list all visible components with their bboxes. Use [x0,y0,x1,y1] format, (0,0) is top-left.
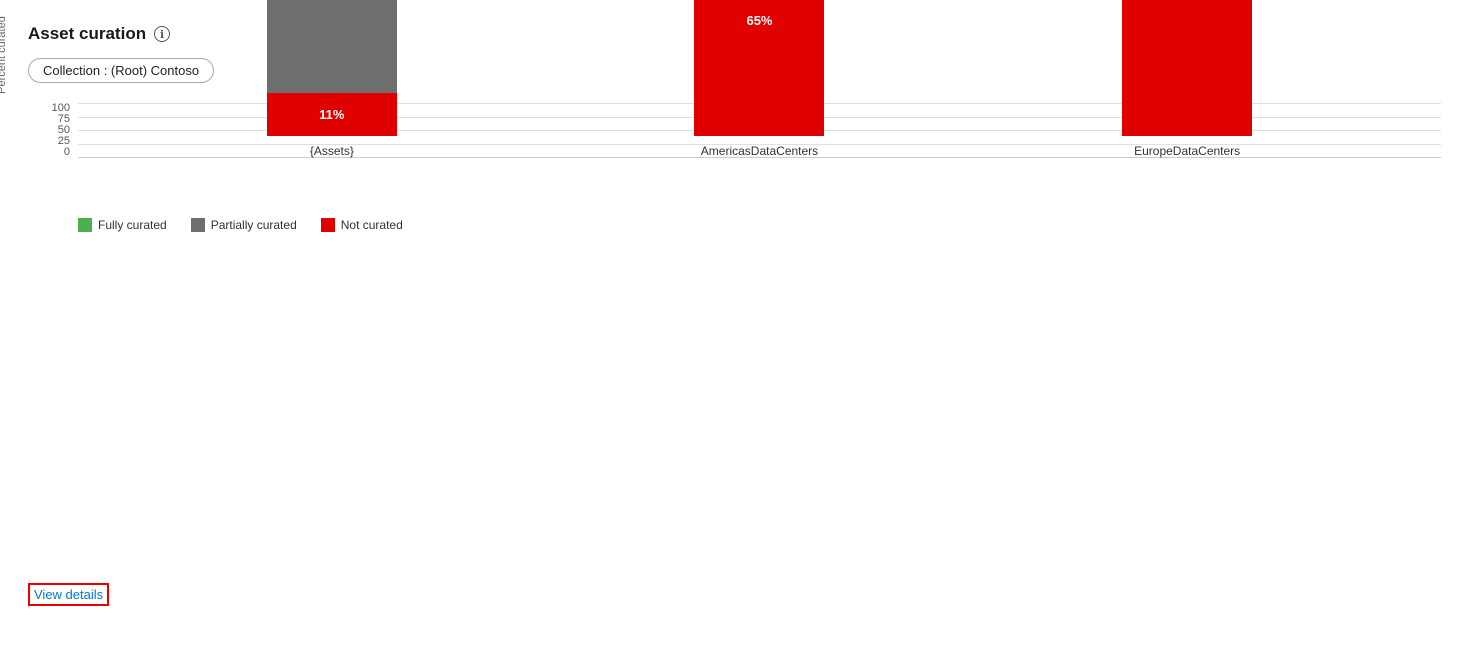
footer: View details [28,583,1441,606]
bar-stack-europe: 11% 89% [1122,0,1252,136]
legend-item-partial: Partially curated [191,218,297,232]
page-title: Asset curation [28,24,146,44]
view-details-link[interactable]: View details [28,583,109,606]
bar-segment-assets-not: 11% [267,93,397,136]
chart-body: 89% 11% {Assets} ≈ 0% [78,103,1441,194]
legend-swatch-not [321,218,335,232]
bar-group-europe: 11% 89% EuropeDataCenters [1122,0,1252,158]
bar-segment-americas-not: 65% [694,0,824,136]
y-tick-0: 0 [28,147,70,158]
bar-stack-americas: ≈ 0% 35% 65% [694,0,824,136]
chart-wrapper: Percent curated 100 75 50 25 0 [28,103,1441,583]
legend-swatch-full [78,218,92,232]
bar-group-assets: 89% 11% {Assets} [267,0,397,158]
y-axis: Percent curated 100 75 50 25 0 [28,103,78,194]
bar-segment-europe-not: 89% [1122,0,1252,136]
bar-segment-assets-partial: 89% [267,0,397,93]
legend-swatch-partial [191,218,205,232]
legend-item-not: Not curated [321,218,403,232]
collection-filter-button[interactable]: Collection : (Root) Contoso [28,58,214,83]
chart-area: Percent curated 100 75 50 25 0 [28,103,1441,194]
y-axis-label: Percent curated [0,5,8,105]
bars-row: 89% 11% {Assets} ≈ 0% [78,103,1441,158]
legend-label-partial: Partially curated [211,218,297,232]
legend-label-full: Fully curated [98,218,167,232]
legend-item-full: Fully curated [78,218,167,232]
bar-group-americas: ≈ 0% 35% 65% AmericasDataCenters [694,0,824,158]
info-icon[interactable]: ℹ [154,26,170,42]
bar-label-americas: AmericasDataCenters [701,144,818,158]
chart-legend: Fully curated Partially curated Not cura… [78,218,1441,232]
legend-label-not: Not curated [341,218,403,232]
bar-stack-assets: 89% 11% [267,0,397,136]
bar-label-europe: EuropeDataCenters [1134,144,1240,158]
bar-label-assets: {Assets} [310,144,354,158]
